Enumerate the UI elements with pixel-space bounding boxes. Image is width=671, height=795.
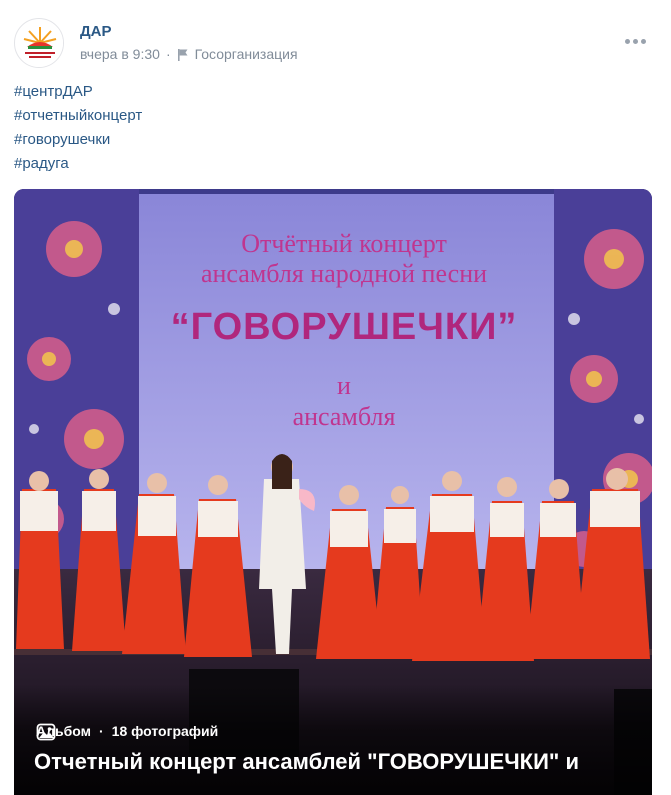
banner-line: и [337, 371, 351, 400]
flag-icon [177, 49, 188, 61]
hashtag-link[interactable]: #отчетныйконцерт [14, 104, 142, 128]
post-category: Госорганизация [194, 46, 298, 62]
photo-album-icon [36, 723, 56, 741]
hashtag-link[interactable]: #говорушечки [14, 128, 142, 152]
post-meta: вчера в 9:30 · Госорганизация [80, 46, 298, 62]
hashtag-link[interactable]: #радуга [14, 152, 142, 176]
banner-line: ансамбля народной песни [200, 259, 488, 288]
album-count: 18 фотографий [111, 723, 219, 739]
avatar-logo [16, 20, 63, 67]
post-header: ДАР вчера в 9:30 · Госорганизация [14, 16, 659, 72]
album-meta: Альбом · 18 фотографий [36, 723, 219, 741]
banner-line: Отчётный концерт [241, 229, 447, 258]
author-avatar[interactable] [14, 18, 64, 68]
album-separator: · [98, 723, 104, 739]
meta-separator: · [165, 46, 171, 62]
hashtag-list: #центрДАР #отчетныйконцерт #говорушечки … [14, 80, 142, 176]
more-horizontal-icon[interactable] [625, 38, 647, 46]
post-time[interactable]: вчера в 9:30 [80, 46, 160, 62]
banner-line: ансамбля [292, 402, 396, 431]
album-photo[interactable]: Отчётный концерт ансамбля народной песни… [14, 189, 652, 795]
banner-line: “ГОВОРУШЕЧКИ” [170, 306, 518, 348]
hashtag-link[interactable]: #центрДАР [14, 80, 142, 104]
author-name[interactable]: ДАР [80, 23, 112, 40]
album-overlay [14, 685, 652, 795]
album-title[interactable]: Отчетный концерт ансамблей "ГОВОРУШЕЧКИ"… [34, 749, 579, 775]
